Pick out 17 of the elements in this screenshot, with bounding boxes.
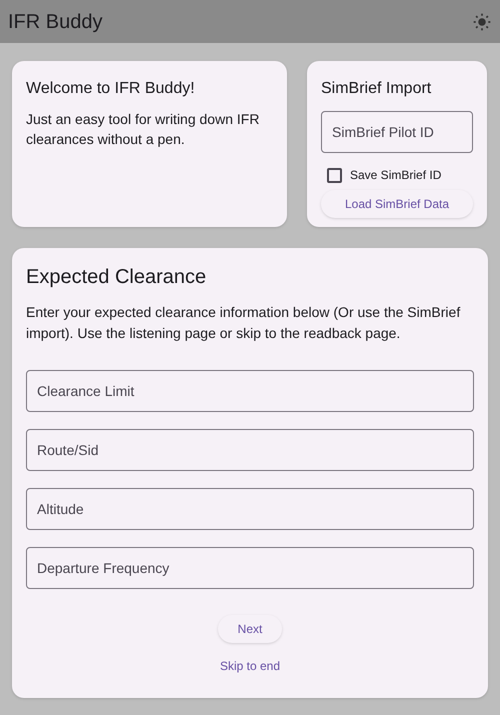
sun-icon[interactable] bbox=[472, 12, 492, 32]
clearance-title: Expected Clearance bbox=[26, 265, 208, 290]
welcome-title: Welcome to IFR Buddy! bbox=[26, 79, 196, 99]
save-id-checkbox[interactable] bbox=[327, 168, 342, 182]
clearance-field[interactable]: Route/Sid bbox=[26, 429, 474, 471]
clearance-field[interactable]: Clearance Limit bbox=[26, 370, 474, 412]
save-id-label: Save SimBrief ID bbox=[350, 167, 442, 184]
load-simbrief-button[interactable]: Load SimBrief Data bbox=[321, 190, 473, 218]
clearance-text: Enter your expected clearance information below (Or use the SimBrief import). Use the listening page or skip to the readback page. bbox=[26, 303, 462, 343]
pilot-id-field[interactable]: SimBrief Pilot ID bbox=[321, 111, 473, 153]
welcome-text: Just an easy tool for writing down IFR clearances without a pen. bbox=[26, 110, 260, 149]
skip-to-end-link[interactable]: Skip to end bbox=[220, 657, 280, 675]
app-title: IFR Buddy bbox=[8, 10, 102, 34]
clearance-field[interactable]: Altitude bbox=[26, 488, 474, 530]
next-button[interactable]: Next bbox=[218, 615, 282, 643]
simbrief-title: SimBrief Import bbox=[321, 79, 432, 99]
clearance-field[interactable]: Departure Frequency bbox=[26, 547, 474, 589]
